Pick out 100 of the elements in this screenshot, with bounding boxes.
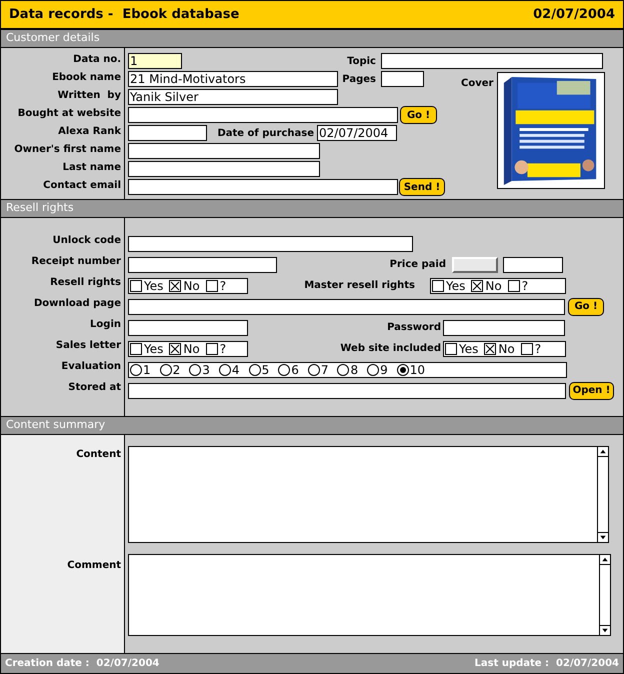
checkbox-label: No	[485, 280, 502, 292]
field-label: Download page	[34, 297, 121, 311]
checkbox[interactable]	[130, 342, 142, 354]
radio-button[interactable]	[308, 364, 320, 376]
field-label: Owner's first name	[14, 143, 121, 157]
text-field[interactable]: 02/07/2004	[317, 125, 397, 141]
text-field[interactable]: Yanik Silver	[128, 89, 338, 105]
section-header: Customer details	[1, 30, 623, 48]
action-button[interactable]: Open !	[569, 382, 614, 400]
checkbox-label: ?	[220, 280, 226, 292]
action-button[interactable]: Send !	[399, 178, 445, 196]
header-date: 02/07/2004	[533, 6, 615, 24]
radio-button[interactable]	[367, 364, 380, 376]
scroll-up-icon[interactable]	[598, 447, 608, 457]
field-label: Alexa Rank	[58, 125, 121, 139]
checkbox-label: ?	[534, 342, 542, 354]
field-label: Unlock code	[52, 234, 121, 248]
field-label: Contact email	[43, 179, 121, 193]
text-field[interactable]: 21 Mind-Motivators	[128, 71, 338, 87]
text-field[interactable]	[128, 143, 320, 159]
checkbox-label: Yes	[459, 342, 478, 354]
field-label: Comment	[67, 559, 121, 573]
text-field[interactable]	[128, 320, 248, 336]
checkbox[interactable]	[484, 342, 496, 354]
scrollbar[interactable]	[597, 447, 608, 542]
checkbox[interactable]	[520, 342, 533, 354]
last-update: Last update : 02/07/2004	[474, 657, 619, 671]
radio-button[interactable]	[218, 364, 231, 376]
radio-label: 8	[350, 364, 358, 376]
field-label: Stored at	[68, 381, 121, 395]
field-label: Pages	[341, 72, 376, 86]
radio-label: 2	[172, 364, 180, 376]
checkbox-label: ?	[220, 342, 226, 354]
radio-button[interactable]	[130, 364, 142, 376]
text-field[interactable]	[128, 256, 277, 272]
text-field[interactable]	[128, 179, 398, 195]
scroll-down-icon[interactable]	[598, 532, 608, 542]
field-label: Topic	[346, 54, 376, 68]
field-label: Resell rights	[50, 276, 121, 290]
checkbox-label: No	[498, 342, 515, 354]
checkbox-label: No	[183, 342, 200, 354]
field-label: Content	[76, 448, 121, 462]
checkbox[interactable]	[508, 280, 520, 292]
radio-label: 6	[291, 364, 299, 376]
checkbox[interactable]	[130, 280, 142, 292]
text-field[interactable]	[128, 107, 398, 123]
scrollbar[interactable]	[599, 555, 610, 635]
radio-button[interactable]	[160, 364, 172, 376]
radio-button[interactable]	[248, 364, 261, 376]
field-label: Password	[386, 321, 441, 335]
checkbox[interactable]	[471, 280, 484, 292]
text-field[interactable]	[128, 236, 413, 252]
creation-date: Creation date : 02/07/2004	[5, 657, 160, 671]
section-header: Resell rights	[1, 200, 623, 218]
text-area[interactable]	[128, 446, 609, 543]
field-label: Price paid	[388, 258, 446, 272]
action-button[interactable]: Go !	[400, 106, 437, 124]
field-label: Web site included	[339, 342, 441, 356]
scroll-up-icon[interactable]	[600, 555, 610, 565]
text-field[interactable]: 1	[128, 53, 182, 69]
checkbox[interactable]	[445, 342, 457, 354]
radio-label: 3	[202, 364, 210, 376]
text-field[interactable]	[381, 53, 603, 69]
field-label: Written by	[58, 89, 121, 103]
window-title: Data records - Ebook database	[9, 6, 240, 24]
checkbox[interactable]	[206, 280, 218, 292]
scroll-down-icon[interactable]	[600, 625, 610, 635]
field-label: Receipt number	[31, 255, 121, 269]
checkbox[interactable]	[432, 280, 444, 292]
radio-button[interactable]	[189, 364, 202, 376]
checkbox-label: Yes	[446, 280, 466, 292]
checkbox[interactable]	[206, 342, 218, 354]
text-area[interactable]	[128, 554, 611, 636]
text-field[interactable]	[128, 161, 320, 177]
text-field[interactable]	[503, 256, 563, 272]
action-button[interactable]: Go !	[568, 298, 604, 316]
field-label: Last name	[62, 161, 121, 175]
radio-label: 4	[232, 364, 240, 376]
section-header: Content summary	[1, 417, 623, 435]
text-field[interactable]	[443, 320, 565, 336]
checkbox-label: Yes	[144, 280, 164, 292]
checkbox[interactable]	[169, 342, 182, 354]
radio-label: 10	[410, 364, 426, 376]
field-label: Master resell rights	[303, 279, 415, 293]
field-label: Sales letter	[56, 339, 121, 353]
radio-label: 9	[380, 364, 388, 376]
checkbox[interactable]	[169, 280, 182, 292]
text-field[interactable]	[128, 125, 207, 141]
radio-button[interactable]	[278, 364, 290, 376]
radio-label: 7	[320, 364, 328, 376]
text-field[interactable]	[128, 382, 566, 398]
checkbox-label: Yes	[144, 342, 164, 354]
radio-button[interactable]	[396, 364, 409, 376]
radio-label: 5	[262, 364, 270, 376]
checkbox-label: ?	[522, 280, 528, 292]
radio-label: 1	[143, 364, 151, 376]
field-label: Login	[90, 318, 121, 332]
text-field[interactable]	[128, 298, 565, 314]
radio-button[interactable]	[337, 364, 350, 376]
text-field[interactable]	[381, 71, 424, 87]
